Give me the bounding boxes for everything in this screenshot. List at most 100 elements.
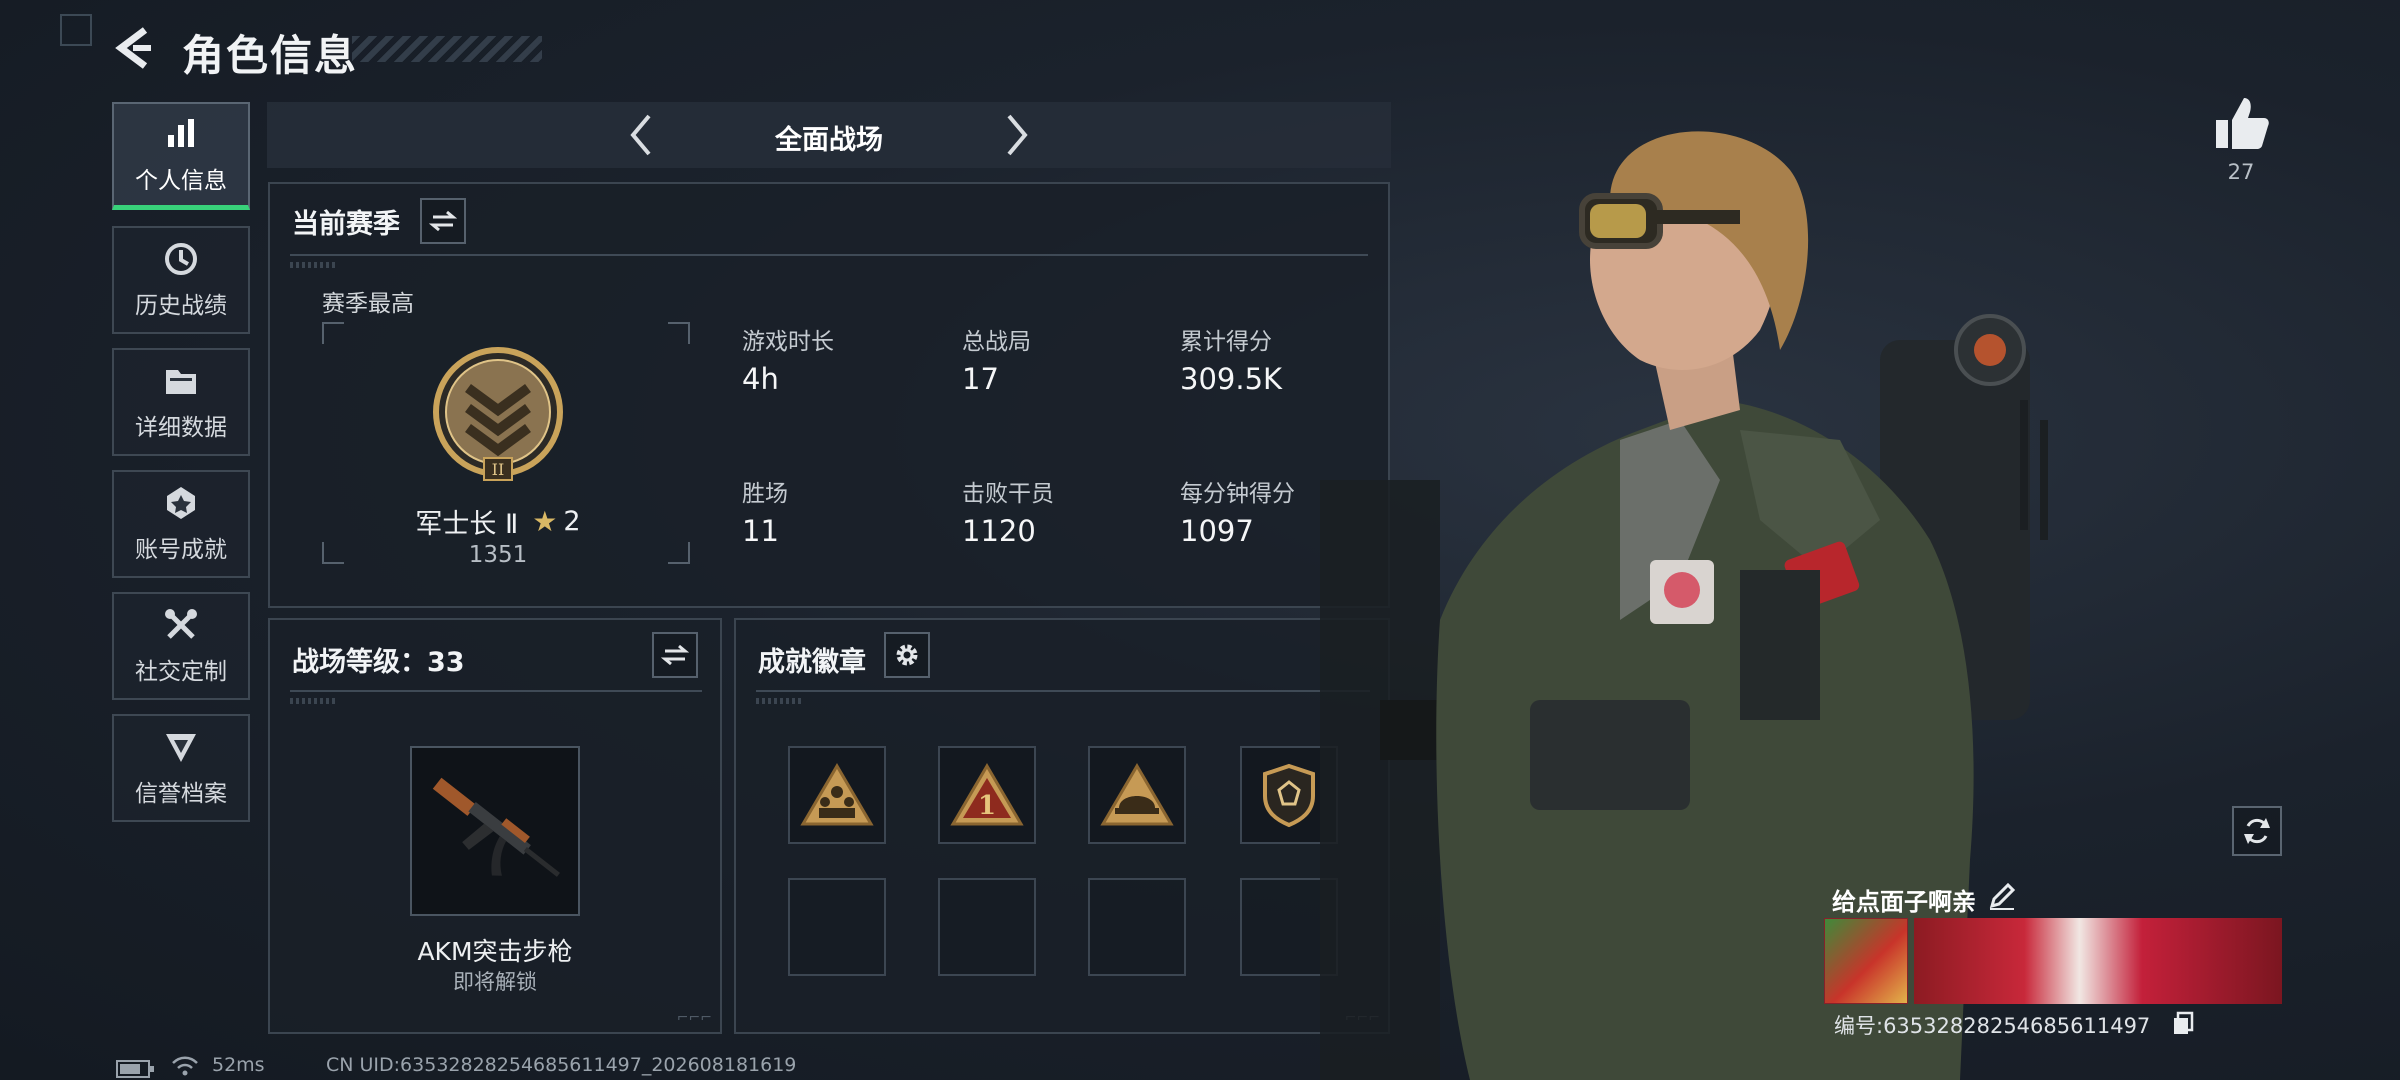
shield-badge-icon xyxy=(1263,763,1315,828)
pencil-icon xyxy=(1989,882,2016,910)
tools-icon xyxy=(165,609,197,639)
reputation-icon xyxy=(166,734,196,762)
divider-marks xyxy=(290,698,338,704)
svg-text:II: II xyxy=(492,460,505,479)
current-season-panel: 当前赛季 赛季最高 II 军士长 Ⅱ ★ 2 1351 游戏时长 4h 总战局 … xyxy=(268,182,1390,608)
stat-value: 1120 xyxy=(962,514,1036,548)
title-decoration xyxy=(352,36,542,62)
stat-label: 总战局 xyxy=(962,329,1031,355)
frame-corner xyxy=(668,322,690,344)
divider-marks xyxy=(756,698,804,704)
sidebar-item-social-custom[interactable]: 社交定制 xyxy=(112,592,250,700)
like-count: 27 xyxy=(2227,160,2255,184)
like-button[interactable] xyxy=(2210,92,2272,154)
swap-icon xyxy=(661,644,689,666)
edit-nickname-button[interactable] xyxy=(1986,880,2018,912)
player-nickname: 给点面子啊亲 xyxy=(1832,888,1976,916)
badge-settings-button[interactable] xyxy=(884,632,930,678)
stat-label: 胜场 xyxy=(742,481,788,507)
panel-corner-marks: ⌐⌐⌐ xyxy=(676,1010,712,1026)
rank-stars: 2 xyxy=(563,506,581,537)
rank-line: 军士长 Ⅱ ★ 2 xyxy=(370,502,626,541)
history-clock-icon xyxy=(165,243,197,275)
player-name-card-banner[interactable] xyxy=(1914,918,2282,1004)
folder-icon xyxy=(166,370,196,394)
cn-uid-label: CN UID:63532828254685611497_202608181619 xyxy=(326,1054,797,1076)
battery-icon xyxy=(116,1060,154,1078)
sidebar-item-label: 信誉档案 xyxy=(135,781,227,807)
stat-value: 11 xyxy=(742,514,779,548)
sidebar-item-label: 社交定制 xyxy=(135,659,227,685)
back-button[interactable] xyxy=(108,20,158,76)
refresh-icon xyxy=(2244,818,2270,844)
season-switch-button[interactable] xyxy=(420,198,466,244)
sidebar-item-history[interactable]: 历史战绩 xyxy=(112,226,250,334)
next-mode-button[interactable] xyxy=(991,110,1041,160)
rank-emblem-icon: II xyxy=(433,347,563,481)
wifi-icon xyxy=(172,1056,198,1076)
player-avatar-card[interactable] xyxy=(1824,918,1908,1004)
badge-slot[interactable] xyxy=(788,746,886,844)
sidebar-item-label: 个人信息 xyxy=(135,167,227,194)
mode-title: 全面战场 xyxy=(775,125,883,156)
level-divider xyxy=(290,690,702,692)
rank-one-badge-icon: 1 xyxy=(950,763,1024,826)
stat-label: 累计得分 xyxy=(1180,329,1272,355)
sidebar-item-personal-info[interactable]: 个人信息 xyxy=(112,102,250,210)
squad-badge-icon xyxy=(800,763,874,826)
corner-decoration xyxy=(60,14,92,46)
badge-slot-empty[interactable] xyxy=(1088,878,1186,976)
svg-text:1: 1 xyxy=(978,791,996,821)
helmet-badge-icon xyxy=(1100,763,1174,826)
badge-slot[interactable]: 1 xyxy=(938,746,1036,844)
sidebar-item-detailed-data[interactable]: 详细数据 xyxy=(112,348,250,456)
rank-name: 军士长 Ⅱ xyxy=(415,509,519,540)
season-title: 当前赛季 xyxy=(292,209,400,240)
stat-value: 4h xyxy=(742,362,779,396)
star-icon: ★ xyxy=(532,505,558,538)
season-best-label: 赛季最高 xyxy=(322,291,414,317)
copy-uid-button[interactable] xyxy=(2170,1010,2196,1036)
stat-value: 17 xyxy=(962,362,999,396)
stat-label: 击败干员 xyxy=(962,481,1054,507)
weapon-name: AKM突击步枪 xyxy=(417,937,573,966)
divider-marks xyxy=(290,262,338,268)
sidebar-item-reputation[interactable]: 信誉档案 xyxy=(112,714,250,822)
akm-rifle-icon xyxy=(432,777,560,877)
page-title: 角色信息 xyxy=(182,31,359,80)
copy-icon xyxy=(2174,1011,2194,1034)
rotate-view-button[interactable] xyxy=(2232,806,2282,856)
rank-points: 1351 xyxy=(468,542,528,568)
badges-title: 成就徽章 xyxy=(758,647,866,678)
stat-label: 每分钟得分 xyxy=(1180,481,1295,507)
sidebar-item-label: 详细数据 xyxy=(135,415,227,441)
badges-divider xyxy=(756,690,1370,692)
thumbs-up-icon xyxy=(2216,98,2269,149)
frame-corner xyxy=(668,542,690,564)
sidebar-item-label: 历史战绩 xyxy=(135,293,227,319)
frame-corner xyxy=(322,322,344,344)
badge-slot[interactable] xyxy=(1088,746,1186,844)
ping-value: 52ms xyxy=(212,1054,265,1076)
stat-value: 309.5K xyxy=(1180,362,1283,396)
player-uid: 编号:63532828254685611497 xyxy=(1834,1014,2151,1038)
level-switch-button[interactable] xyxy=(652,632,698,678)
badge-slot-empty[interactable] xyxy=(938,878,1036,976)
stat-value: 1097 xyxy=(1180,514,1254,548)
achievement-icon xyxy=(167,487,195,519)
swap-icon xyxy=(429,210,457,232)
badge-slot-empty[interactable] xyxy=(788,878,886,976)
season-divider xyxy=(290,254,1368,256)
mode-selector: 全面战场 xyxy=(267,102,1391,168)
back-arrow-icon xyxy=(115,27,151,69)
stat-label: 游戏时长 xyxy=(742,329,834,355)
sidebar-item-label: 账号成就 xyxy=(135,537,227,563)
level-title: 战场等级：33 xyxy=(292,647,465,678)
frame-corner xyxy=(322,542,344,564)
bar-chart-icon xyxy=(168,118,194,147)
gear-icon xyxy=(896,644,918,666)
chevron-right-icon xyxy=(1007,114,1028,156)
weapon-card[interactable] xyxy=(410,746,580,916)
sidebar-item-achievements[interactable]: 账号成就 xyxy=(112,470,250,578)
weapon-status: 即将解锁 xyxy=(453,970,537,994)
